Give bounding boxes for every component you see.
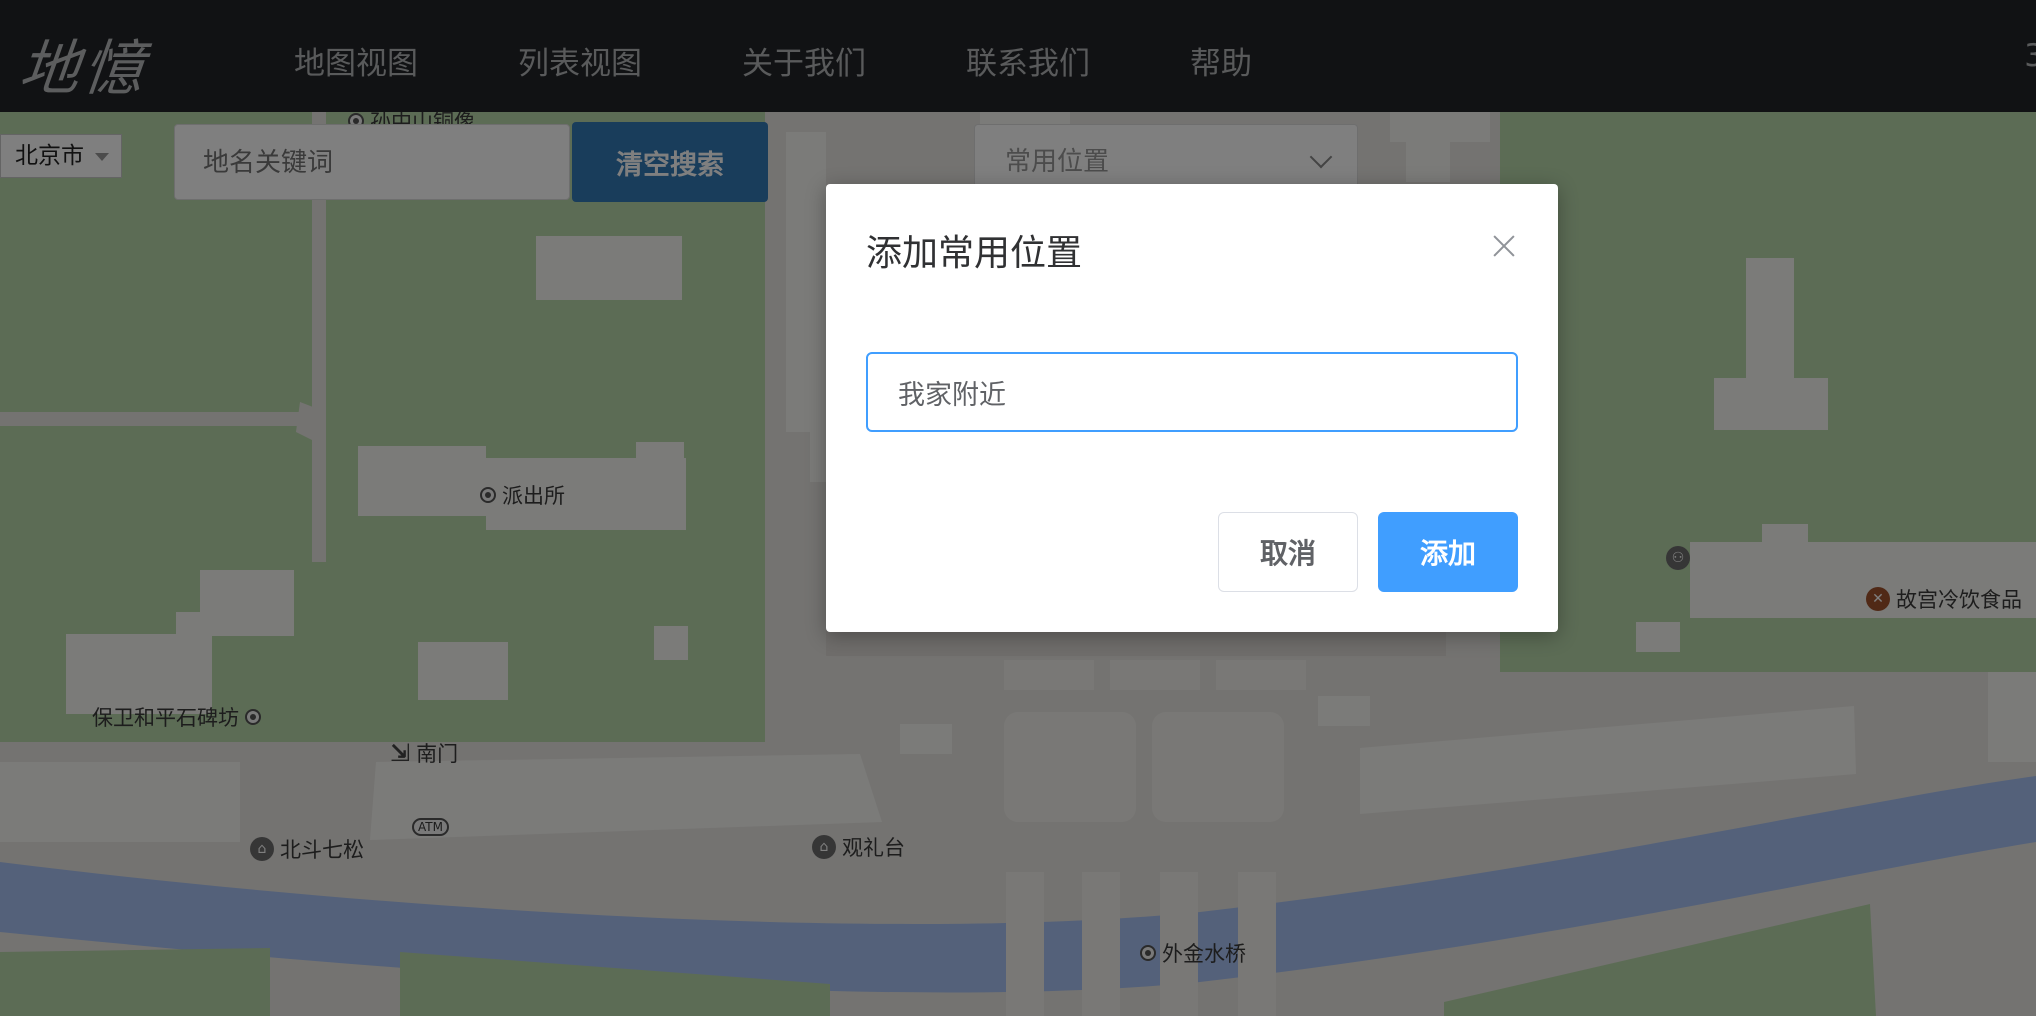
location-name-input[interactable] [866,352,1518,432]
close-icon[interactable] [1490,232,1518,260]
add-button[interactable]: 添加 [1378,512,1518,592]
add-location-dialog: 添加常用位置 取消 添加 [826,184,1558,632]
dialog-title: 添加常用位置 [866,233,1083,274]
cancel-button[interactable]: 取消 [1218,512,1358,592]
